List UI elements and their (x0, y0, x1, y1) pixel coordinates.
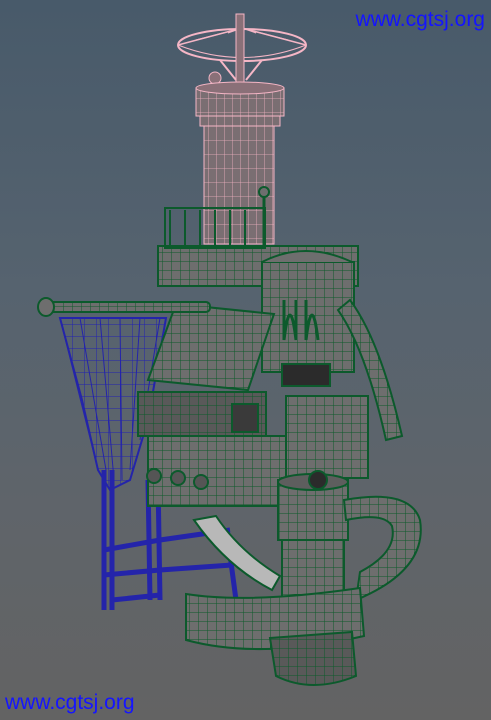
wireframe-house-model (37, 13, 422, 686)
lighthouse-tower (177, 13, 307, 245)
3d-viewport: www.cgtsj.org www.cgtsj.org (0, 0, 491, 720)
watermark-bottom: www.cgtsj.org (5, 691, 135, 714)
watermark-top: www.cgtsj.org (355, 8, 485, 31)
